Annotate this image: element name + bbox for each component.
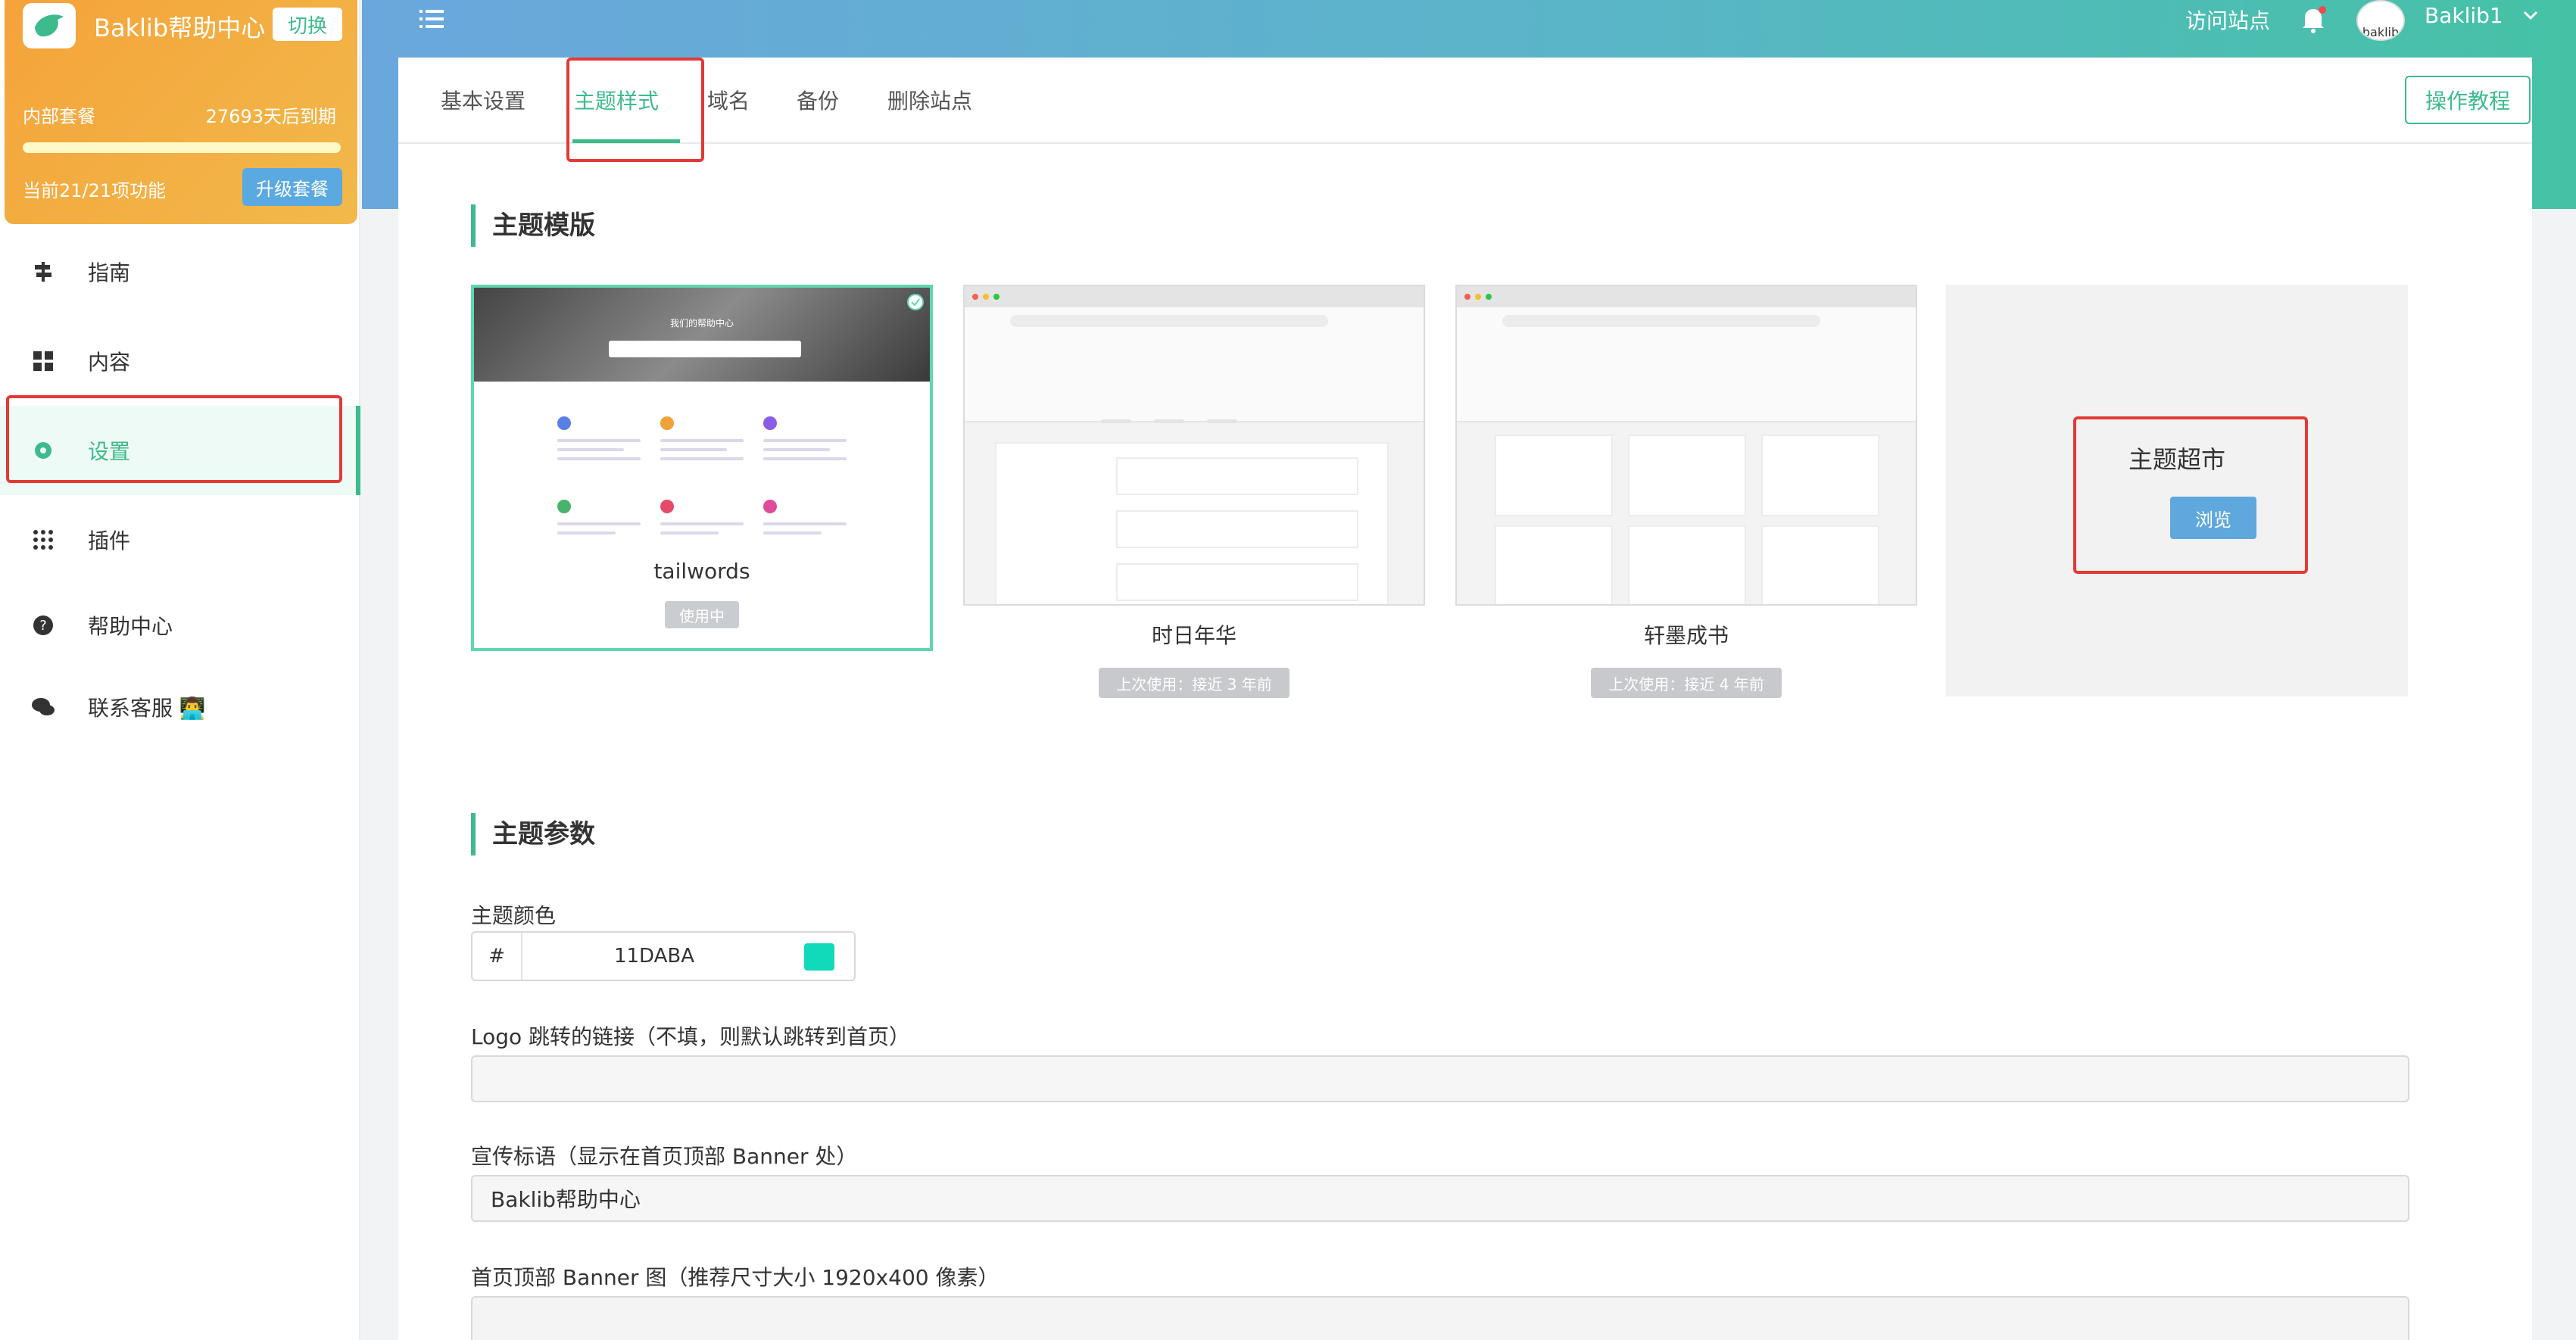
plan-name: 内部套餐	[23, 106, 95, 127]
theme-thumbnail	[963, 285, 1425, 606]
theme-templates-title: 主题模版	[471, 204, 595, 247]
theme-preview-hero-title: 我们的帮助中心	[669, 318, 734, 329]
apps-icon	[30, 527, 56, 553]
avatar-text: baklib	[2362, 25, 2400, 39]
theme-color-label: 主题颜色	[471, 903, 557, 928]
banner-image-upload[interactable]	[471, 1296, 2409, 1340]
last-used-badge: 上次使用：接近 3 年前	[1099, 668, 1290, 698]
theme-name: 轩墨成书	[1643, 623, 1729, 648]
theme-card-tailwords[interactable]: 我们的帮助中心 tailwords 使用中	[471, 285, 933, 651]
theme-thumbnail	[1455, 285, 1917, 606]
upgrade-plan-button[interactable]: 升级套餐	[242, 168, 342, 206]
tab-delete-site[interactable]: 删除站点	[887, 85, 972, 115]
theme-name: tailwords	[653, 559, 750, 584]
chevron-down-icon[interactable]	[2521, 6, 2540, 27]
brand-card: Baklib帮助中心 切换 内部套餐 27693天后到期 当前21/21项功能 …	[5, 0, 357, 224]
avatar[interactable]: baklib	[2356, 0, 2405, 41]
sidebar: Baklib帮助中心 切换 内部套餐 27693天后到期 当前21/21项功能 …	[0, 0, 360, 1340]
slogan-label: 宣传标语（显示在首页顶部 Banner 处）	[471, 1144, 858, 1169]
visit-site-link[interactable]: 访问站点	[2185, 5, 2270, 35]
logo-link-input[interactable]	[471, 1055, 2409, 1102]
banner-image-label: 首页顶部 Banner 图（推荐尺寸大小 1920x400 像素）	[471, 1265, 1000, 1290]
color-swatch[interactable]	[804, 943, 834, 971]
check-icon	[907, 294, 924, 310]
market-highlight-box	[2073, 416, 2308, 574]
switch-button[interactable]: 切换	[273, 8, 342, 41]
tab-basic-settings[interactable]: 基本设置	[441, 85, 525, 115]
signpost-icon	[30, 259, 56, 285]
tab-highlight-box	[566, 58, 704, 162]
tab-domain[interactable]: 域名	[707, 85, 750, 115]
theme-preview-search	[609, 341, 801, 357]
theme-color-field[interactable]: # 11DABA	[471, 931, 856, 981]
last-used-badge: 上次使用：接近 4 年前	[1591, 668, 1782, 698]
browser-chrome	[1457, 286, 1916, 422]
settings-tabs: 基本设置 主题样式 域名 备份 删除站点 操作教程	[398, 58, 2532, 162]
sidebar-item-guide[interactable]: 指南	[0, 227, 360, 316]
grid-icon	[30, 348, 56, 374]
question-icon: ?	[30, 612, 56, 638]
tab-backup[interactable]: 备份	[797, 85, 839, 115]
in-use-badge: 使用中	[665, 601, 739, 628]
chat-icon	[30, 694, 56, 720]
menu-toggle-icon[interactable]	[419, 8, 444, 30]
theme-card-shirinianhua[interactable]: 时日年华 上次使用：接近 3 年前	[963, 285, 1425, 698]
brand-title: Baklib帮助中心	[94, 14, 266, 42]
theme-market-card: 主题超市 浏览	[1946, 285, 2408, 696]
preview-url-bar	[1010, 315, 1328, 327]
bell-icon[interactable]	[2299, 5, 2328, 38]
settings-panel: 基本设置 主题样式 域名 备份 删除站点 操作教程 主题模版 我们的帮助中心 t…	[398, 58, 2532, 1340]
plan-progress-bar	[23, 142, 341, 153]
settings-highlight-box	[6, 395, 342, 483]
color-value-input[interactable]: 11DABA	[525, 933, 783, 980]
bird-logo-icon	[23, 3, 76, 48]
sidebar-item-help-center[interactable]: ? 帮助中心	[0, 584, 360, 666]
tutorial-button[interactable]: 操作教程	[2405, 76, 2531, 124]
color-prefix: #	[472, 933, 522, 980]
plan-usage: 当前21/21项功能	[23, 180, 167, 201]
plan-progress-fill	[23, 142, 341, 153]
theme-params-title: 主题参数	[471, 813, 595, 855]
sidebar-item-label: 联系客服 👨‍💻	[88, 696, 206, 721]
sidebar-item-label: 帮助中心	[88, 614, 173, 639]
username[interactable]: Baklib1	[2425, 3, 2503, 28]
plan-expire: 27693天后到期	[205, 106, 336, 127]
theme-preview-hero: 我们的帮助中心	[474, 288, 930, 382]
sidebar-item-content[interactable]: 内容	[0, 316, 360, 406]
sidebar-item-label: 插件	[88, 528, 131, 553]
slogan-input[interactable]: Baklib帮助中心	[471, 1175, 2409, 1222]
sidebar-item-label: 内容	[88, 350, 131, 375]
sidebar-nav: 指南 内容 设置 插件 ? 帮助中心	[0, 227, 360, 748]
sidebar-item-plugins[interactable]: 插件	[0, 495, 360, 584]
svg-text:?: ?	[39, 618, 47, 634]
sidebar-item-label: 指南	[88, 260, 131, 285]
theme-name: 时日年华	[1151, 623, 1237, 648]
sidebar-item-contact-support[interactable]: 联系客服 👨‍💻	[0, 666, 360, 748]
theme-card-xuanmochengshu[interactable]: 轩墨成书 上次使用：接近 4 年前	[1455, 285, 1917, 698]
browser-chrome	[965, 286, 1424, 423]
preview-url-bar	[1502, 315, 1820, 327]
logo-link-label: Logo 跳转的链接（不填，则默认跳转到首页）	[471, 1024, 911, 1049]
